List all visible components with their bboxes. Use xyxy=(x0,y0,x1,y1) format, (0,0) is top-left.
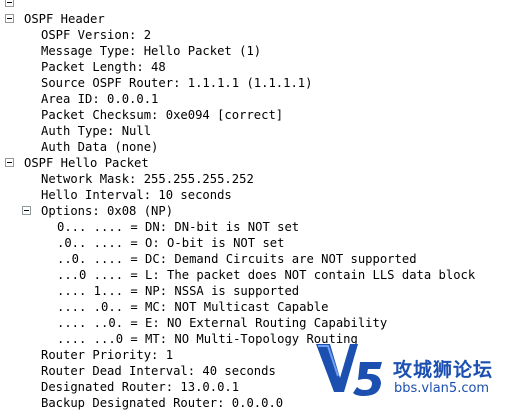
tree-node[interactable] xyxy=(0,0,517,11)
tree-item-label: Router Priority: 1 xyxy=(41,348,174,362)
vlan5-logo-icon xyxy=(316,344,382,396)
tree-item-label: Source OSPF Router: 1.1.1.1 (1.1.1.1) xyxy=(41,76,313,90)
tree-item-label: Backup Designated Router: 0.0.0.0 xyxy=(41,396,284,410)
tree-item-label: Designated Router: 13.0.0.1 xyxy=(41,380,240,394)
tree-item-label: Hello Interval: 10 seconds xyxy=(41,188,232,202)
tree-item-label: .0.. .... = O: O-bit is NOT set xyxy=(57,236,285,250)
collapse-icon[interactable] xyxy=(22,206,31,215)
tree-item-label: ..0. .... = DC: Demand Circuits are NOT … xyxy=(57,252,417,266)
tree-item-label: Message Type: Hello Packet (1) xyxy=(41,44,262,58)
tree-item[interactable]: Source OSPF Router: 1.1.1.1 (1.1.1.1) xyxy=(0,75,517,91)
tree-item-label: Router Dead Interval: 40 seconds xyxy=(41,364,276,378)
tree-item[interactable]: Network Mask: 255.255.255.252 xyxy=(0,171,517,187)
collapse-icon[interactable] xyxy=(5,14,14,23)
tree-item-label: Auth Data (none) xyxy=(41,140,159,154)
watermark-url: bbs.vlan5.com xyxy=(394,381,490,396)
tree-node[interactable]: OSPF Hello Packet xyxy=(0,155,517,171)
collapse-icon[interactable] xyxy=(5,158,14,167)
tree-item[interactable]: .... .0.. = MC: NOT Multicast Capable xyxy=(0,299,517,315)
tree-item[interactable]: Packet Checksum: 0xe094 [correct] xyxy=(0,107,517,123)
tree-item-label: Network Mask: 255.255.255.252 xyxy=(41,172,254,186)
tree-item-label: ...0 .... = L: The packet does NOT conta… xyxy=(57,268,476,282)
tree-item-label: 0... .... = DN: DN-bit is NOT set xyxy=(57,220,300,234)
tree-item[interactable]: Message Type: Hello Packet (1) xyxy=(0,43,517,59)
tree-item-label: Auth Type: Null xyxy=(41,124,152,138)
tree-item-label: .... 1... = NP: NSSA is supported xyxy=(57,284,300,298)
tree-item-label: Area ID: 0.0.0.1 xyxy=(41,92,159,106)
tree-item[interactable]: .... ..0. = E: NO External Routing Capab… xyxy=(0,315,517,331)
tree-item-label: Options: 0x08 (NP) xyxy=(41,204,174,218)
watermark-title: 攻城狮论坛 xyxy=(393,359,494,381)
tree-item[interactable]: Hello Interval: 10 seconds xyxy=(0,187,517,203)
tree-item-label: Packet Length: 48 xyxy=(41,60,166,74)
tree-node[interactable]: Options: 0x08 (NP) xyxy=(0,203,517,219)
tree-item[interactable]: 0... .... = DN: DN-bit is NOT set xyxy=(0,219,517,235)
tree-item[interactable]: .... 1... = NP: NSSA is supported xyxy=(0,283,517,299)
tree-item-label: .... .0.. = MC: NOT Multicast Capable xyxy=(57,300,329,314)
tree-node[interactable]: OSPF Header xyxy=(0,11,517,27)
tree-item[interactable]: Auth Data (none) xyxy=(0,139,517,155)
watermark: 攻城狮论坛 bbs.vlan5.com xyxy=(308,338,517,402)
tree-item[interactable]: Auth Type: Null xyxy=(0,123,517,139)
tree-item[interactable]: OSPF Version: 2 xyxy=(0,27,517,43)
tree-item[interactable]: .0.. .... = O: O-bit is NOT set xyxy=(0,235,517,251)
tree-item[interactable]: Packet Length: 48 xyxy=(0,59,517,75)
tree-item-label: .... ..0. = E: NO External Routing Capab… xyxy=(57,316,388,330)
tree-item-label: OSPF Header xyxy=(24,12,105,26)
tree-item-label: Packet Checksum: 0xe094 [correct] xyxy=(41,108,284,122)
tree-item-label: OSPF Version: 2 xyxy=(41,28,152,42)
tree-item-label: OSPF Hello Packet xyxy=(24,156,149,170)
tree-item[interactable]: Area ID: 0.0.0.1 xyxy=(0,91,517,107)
tree-item[interactable]: ..0. .... = DC: Demand Circuits are NOT … xyxy=(0,251,517,267)
tree-item[interactable]: ...0 .... = L: The packet does NOT conta… xyxy=(0,267,517,283)
collapse-icon[interactable] xyxy=(5,0,14,7)
